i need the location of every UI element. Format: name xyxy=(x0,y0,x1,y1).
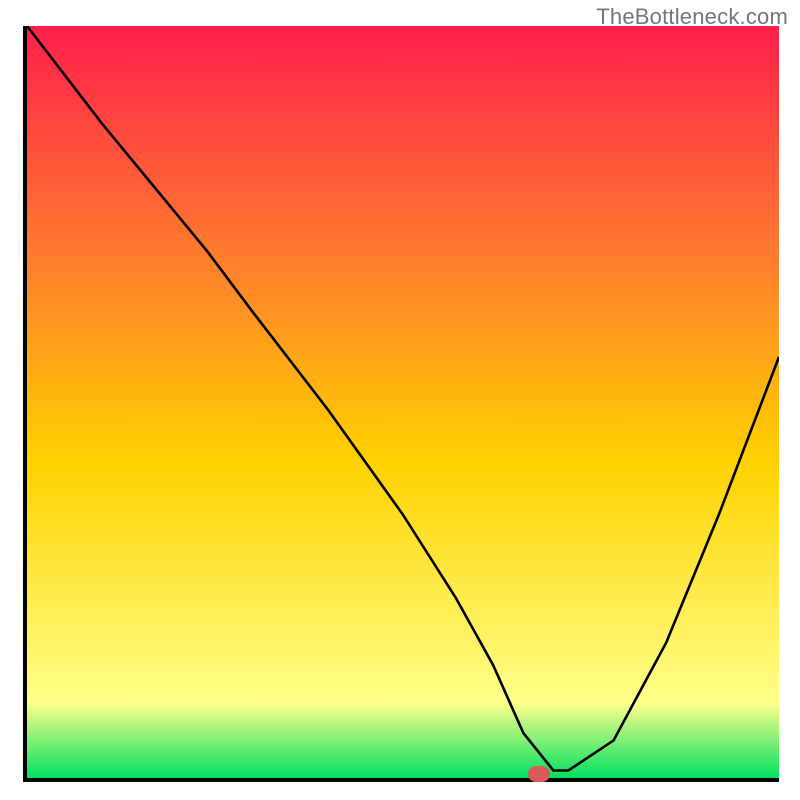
chart-background-gradient xyxy=(27,26,779,778)
bottleneck-chart xyxy=(27,26,779,778)
optimal-point-marker xyxy=(528,766,550,782)
